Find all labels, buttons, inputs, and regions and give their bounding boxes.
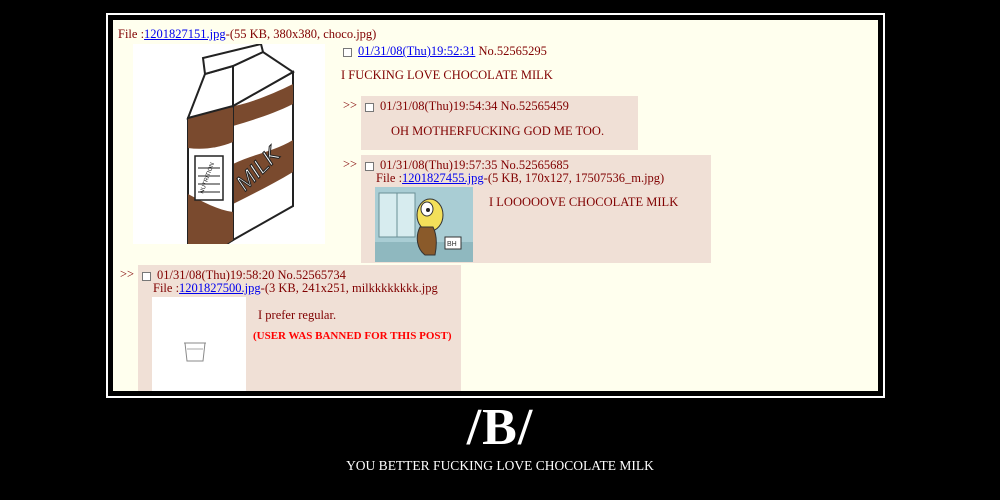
reply-2-checkbox[interactable] — [365, 161, 374, 171]
thread-screenshot: File :1201827151.jpg-(55 KB, 380x380, ch… — [113, 20, 878, 391]
reply-3-image-glass[interactable] — [152, 297, 246, 391]
reply-2-file-prefix: File : — [376, 171, 403, 185]
reply-3-arrow: >> — [120, 267, 135, 281]
op-date-link[interactable]: 01/31/08(Thu)19:52:31 — [358, 44, 475, 58]
reply-2-image-cartoon[interactable]: BH — [375, 187, 473, 262]
op-file-prefix: File : — [118, 27, 145, 41]
op-file-link[interactable]: 1201827151.jpg — [144, 27, 226, 41]
poster-caption: YOU BETTER FUCKING LOVE CHOCOLATE MILK — [346, 458, 654, 473]
reply-2-comment: I LOOOOOVE CHOCOLATE MILK — [489, 195, 679, 209]
reply-3-file-link[interactable]: 1201827500.jpg — [179, 281, 261, 295]
reply-1-arrow: >> — [343, 98, 358, 112]
op-file-line: File :1201827151.jpg-(55 KB, 380x380, ch… — [118, 27, 376, 42]
op-post-number[interactable]: No.52565295 — [478, 44, 546, 58]
op-header: 01/31/08(Thu)19:52:31 No.52565295 — [343, 44, 547, 59]
reply-2-file-link[interactable]: 1201827455.jpg — [402, 171, 484, 185]
reply-2-header-text: 01/31/08(Thu)19:57:35 No.52565685 — [380, 158, 569, 172]
cartoon-character-icon: BH — [375, 187, 473, 262]
reply-1-checkbox[interactable] — [365, 102, 374, 112]
reply-2: 01/31/08(Thu)19:57:35 No.52565685 File :… — [361, 155, 711, 263]
reply-3-file-prefix: File : — [153, 281, 180, 295]
op-file-info: -(55 KB, 380x380, choco.jpg) — [225, 27, 377, 41]
milk-glass-icon — [184, 342, 206, 362]
poster-title: /B/ — [466, 399, 534, 456]
reply-1: 01/31/08(Thu)19:54:34 No.52565459 OH MOT… — [361, 96, 638, 150]
op-image-chocolate-milk-carton[interactable]: NUTRITION MILK — [133, 42, 325, 258]
reply-3: 01/31/08(Thu)19:58:20 No.52565734 File :… — [138, 265, 461, 391]
svg-text:BH: BH — [447, 241, 457, 248]
reply-3-header-text: 01/31/08(Thu)19:58:20 No.52565734 — [157, 268, 346, 282]
reply-2-file-info: -(5 KB, 170x127, 17507536_m.jpg) — [483, 171, 665, 185]
reply-3-file-line: File :1201827500.jpg-(3 KB, 241x251, mil… — [153, 281, 438, 296]
op-checkbox[interactable] — [343, 47, 352, 57]
reply-1-comment: OH MOTHERFUCKING GOD ME TOO. — [391, 124, 605, 138]
reply-1-header: 01/31/08(Thu)19:54:34 No.52565459 — [365, 99, 569, 114]
reply-3-checkbox[interactable] — [142, 271, 151, 281]
milk-carton-icon: NUTRITION MILK — [186, 42, 295, 258]
op-comment: I FUCKING LOVE CHOCOLATE MILK — [341, 68, 553, 82]
reply-1-header-text: 01/31/08(Thu)19:54:34 No.52565459 — [380, 99, 569, 113]
reply-2-arrow: >> — [343, 157, 358, 171]
reply-3-comment: I prefer regular. — [258, 308, 337, 322]
ban-notice: (USER WAS BANNED FOR THIS POST) — [253, 330, 452, 342]
reply-2-file-line: File :1201827455.jpg-(5 KB, 170x127, 175… — [376, 171, 664, 186]
reply-3-file-info: -(3 KB, 241x251, milkkkkkkkk.jpg — [260, 281, 438, 295]
